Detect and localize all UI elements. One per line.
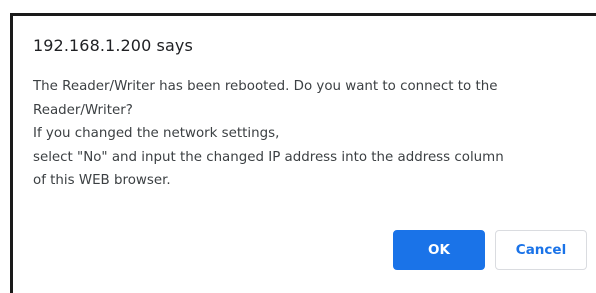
dialog-title: 192.168.1.200 says	[33, 36, 193, 55]
message-line: If you changed the network settings,	[33, 126, 280, 141]
cancel-button[interactable]: Cancel	[495, 230, 587, 270]
message-line: The Reader/Writer has been rebooted. Do …	[33, 79, 498, 94]
message-line: select "No" and input the changed IP add…	[33, 149, 504, 165]
alert-dialog: 192.168.1.200 says The Reader/Writer has…	[10, 13, 596, 293]
message-line: Reader/Writer?	[33, 102, 133, 118]
dialog-message: The Reader/Writer has been rebooted. Do …	[33, 75, 593, 193]
message-line: of this WEB browser.	[33, 173, 171, 188]
ok-button[interactable]: OK	[393, 230, 485, 270]
